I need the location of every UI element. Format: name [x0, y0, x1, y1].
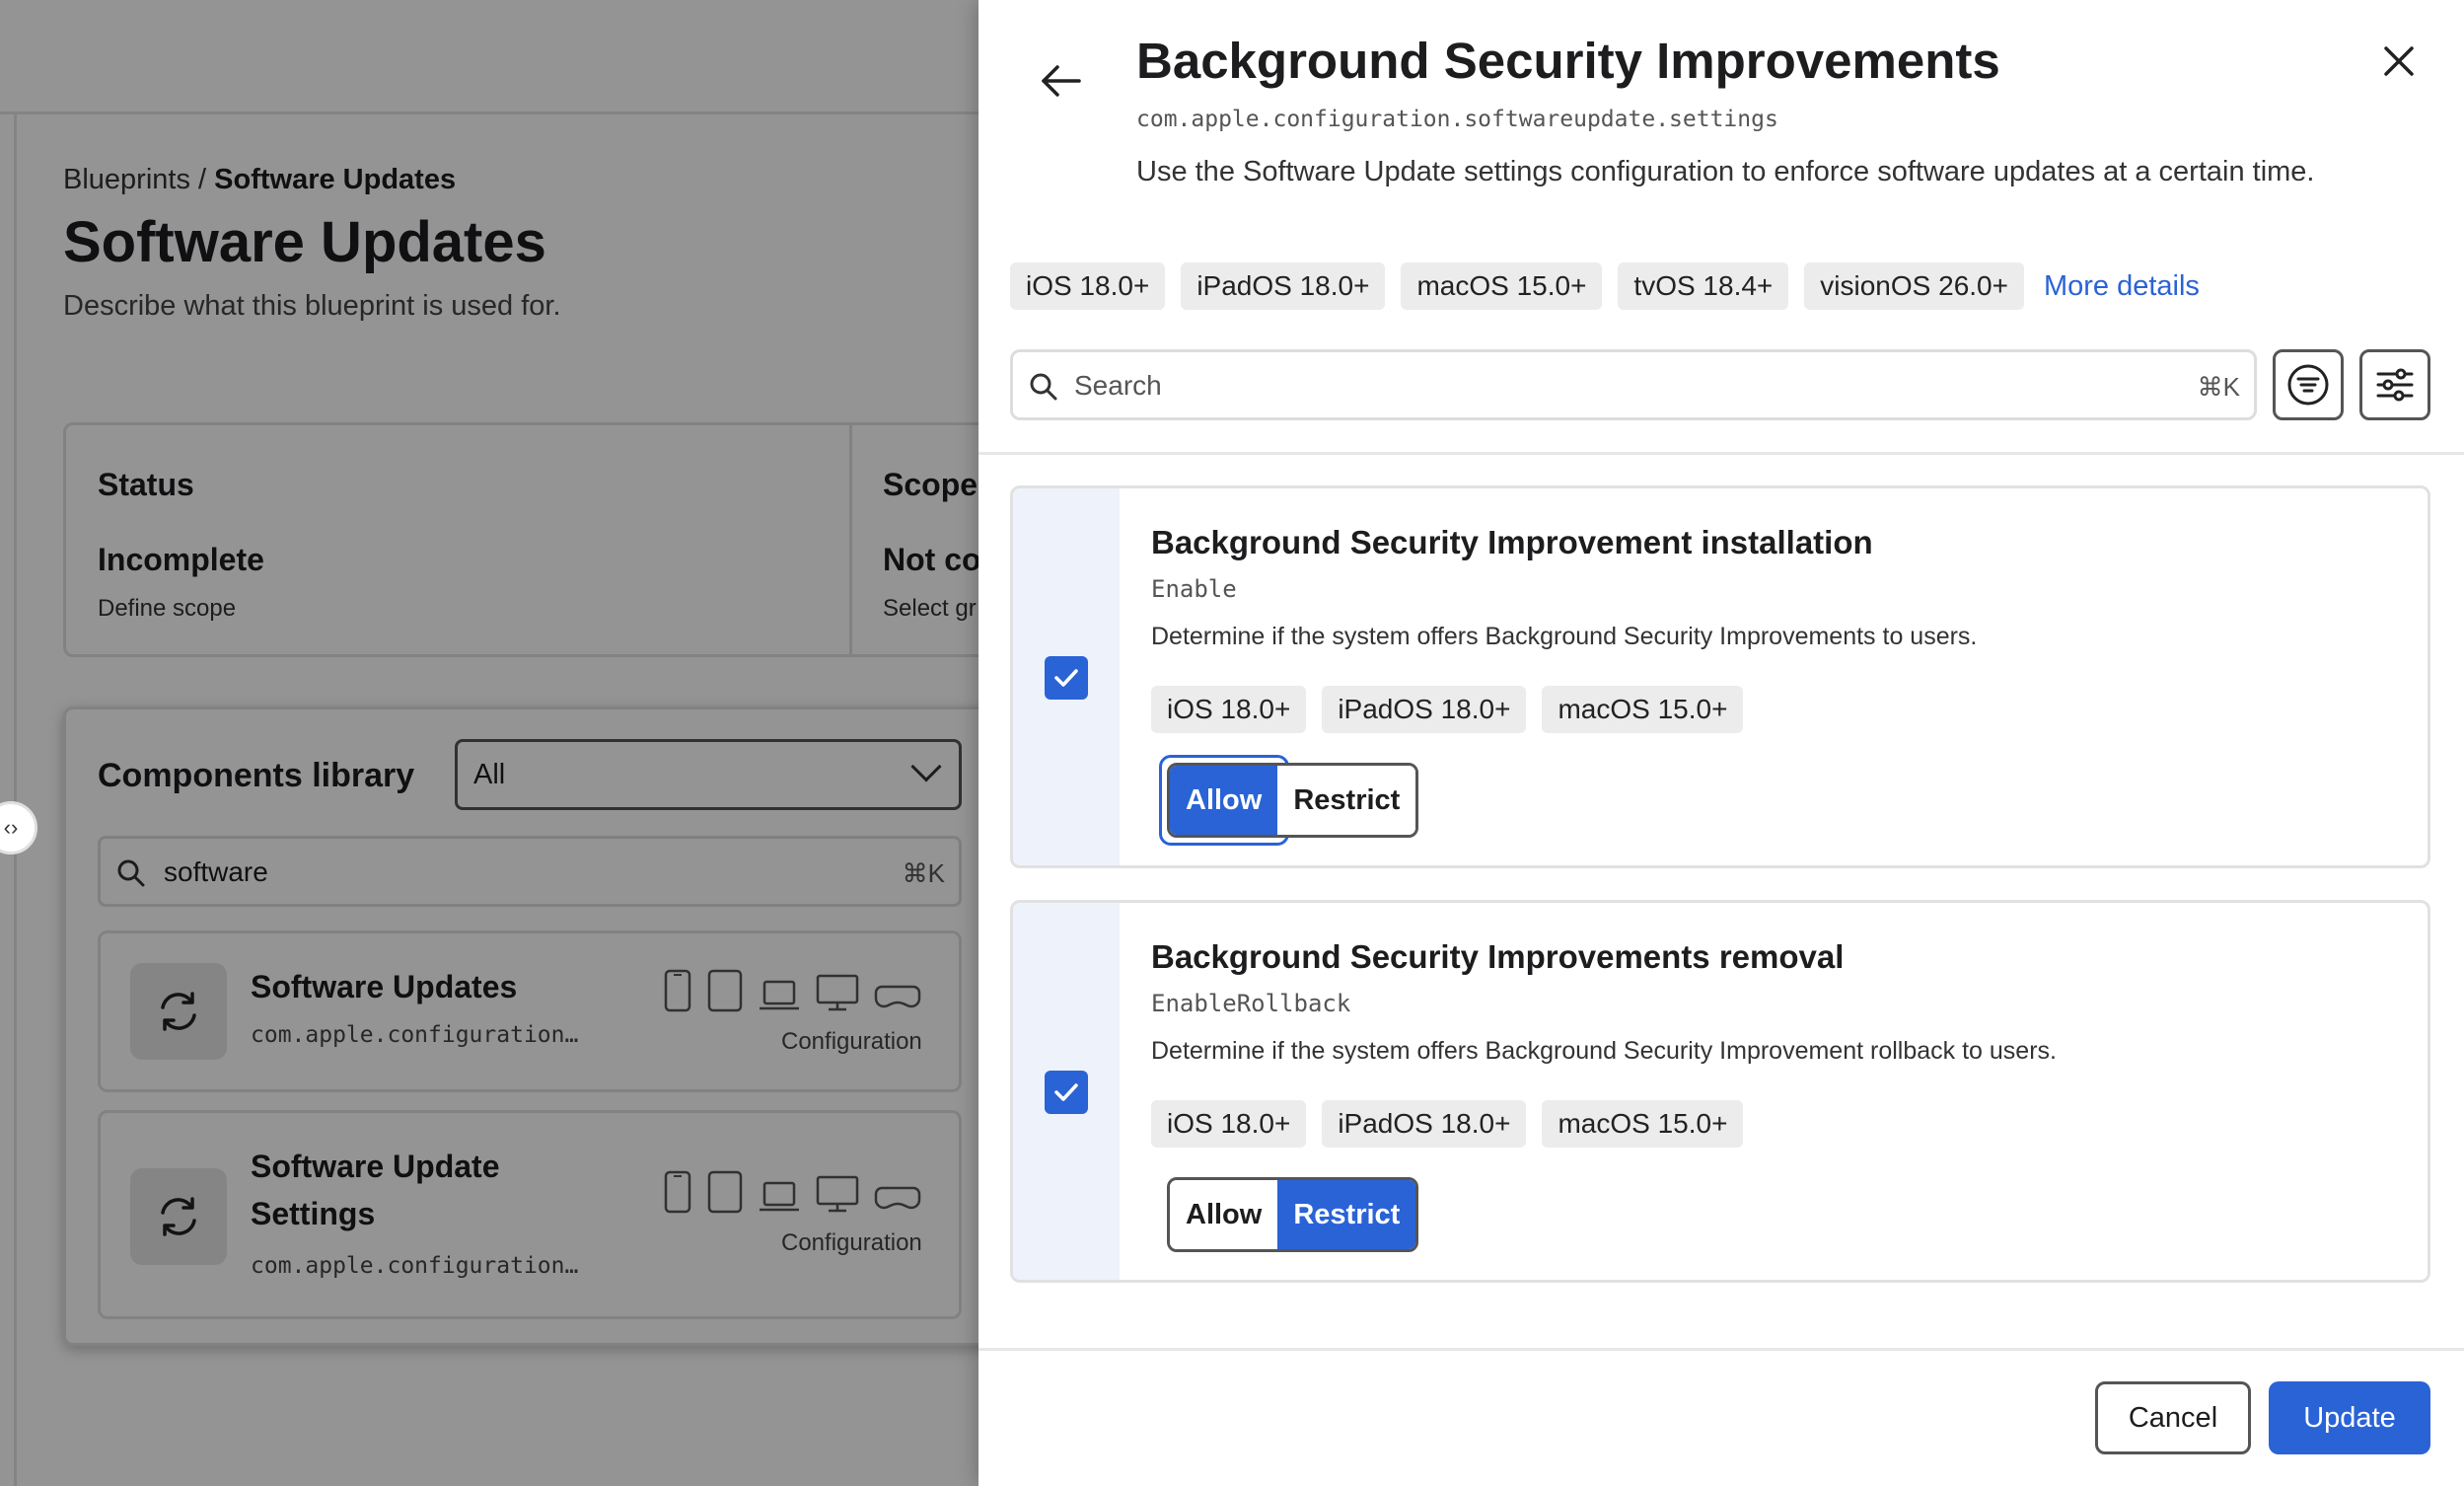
setting-os-tags: iOS 18.0+ iPadOS 18.0+ macOS 15.0+	[1151, 1100, 1744, 1148]
os-tag: macOS 15.0+	[1542, 686, 1744, 733]
close-icon	[2384, 46, 2414, 76]
checkmark-icon	[1054, 669, 1078, 687]
close-button[interactable]	[2369, 32, 2428, 91]
setting-card-removal: Background Security Improvements removal…	[1010, 900, 2430, 1283]
os-tag: visionOS 26.0+	[1804, 262, 2024, 310]
setting-os-tags: iOS 18.0+ iPadOS 18.0+ macOS 15.0+	[1151, 686, 1744, 733]
os-tag: iPadOS 18.0+	[1322, 686, 1527, 733]
settings-sliders-button[interactable]	[2359, 349, 2430, 420]
checkmark-icon	[1054, 1083, 1078, 1101]
cancel-button[interactable]: Cancel	[2095, 1381, 2251, 1454]
setting-key: Enable	[1151, 575, 1237, 603]
drawer-title: Background Security Improvements	[1136, 33, 2000, 89]
os-tag: macOS 15.0+	[1401, 262, 1603, 310]
os-tag: iOS 18.0+	[1010, 262, 1166, 310]
sliders-icon	[2376, 368, 2414, 402]
os-tag: tvOS 18.4+	[1618, 262, 1789, 310]
os-tag: iOS 18.0+	[1151, 686, 1307, 733]
drawer-domain: com.apple.configuration.softwareupdate.s…	[1136, 107, 1778, 132]
modal-overlay[interactable]	[0, 0, 978, 1486]
setting-card-installation: Background Security Improvement installa…	[1010, 485, 2430, 868]
restrict-option[interactable]: Restrict	[1277, 766, 1416, 835]
back-arrow-icon	[1042, 65, 1081, 97]
update-button[interactable]: Update	[2269, 1381, 2430, 1454]
setting-checkbox[interactable]	[1045, 1071, 1088, 1114]
setting-title: Background Security Improvements removal	[1151, 938, 1845, 975]
setting-description: Determine if the system offers Backgroun…	[1151, 623, 1978, 650]
drawer-description: Use the Software Update settings configu…	[1136, 156, 2315, 187]
more-details-link[interactable]: More details	[2044, 270, 2200, 303]
filter-icon	[2287, 364, 2329, 406]
setting-description: Determine if the system offers Backgroun…	[1151, 1037, 2057, 1065]
settings-drawer: Background Security Improvements com.app…	[978, 0, 2464, 1486]
allow-option[interactable]: Allow	[1170, 1180, 1278, 1249]
header-divider	[978, 452, 2464, 455]
restrict-option[interactable]: Restrict	[1277, 1180, 1416, 1249]
back-button[interactable]	[1032, 51, 1091, 111]
os-tag: iOS 18.0+	[1151, 1100, 1307, 1148]
os-tag: macOS 15.0+	[1542, 1100, 1744, 1148]
allow-restrict-toggle[interactable]: Allow Restrict	[1167, 763, 1419, 838]
os-tags: iOS 18.0+ iPadOS 18.0+ macOS 15.0+ tvOS …	[1010, 262, 2200, 310]
setting-key: EnableRollback	[1151, 990, 1351, 1017]
footer-divider	[978, 1348, 2464, 1351]
filter-button[interactable]	[2273, 349, 2344, 420]
allow-option[interactable]: Allow	[1170, 766, 1278, 835]
search-shortcut: ⌘K	[2197, 372, 2240, 402]
drawer-search: ⌘K	[1010, 349, 2257, 420]
setting-title: Background Security Improvement installa…	[1151, 524, 1873, 560]
search-icon	[1029, 372, 1058, 407]
search-input[interactable]	[1074, 368, 2159, 404]
setting-checkbox[interactable]	[1045, 656, 1088, 700]
os-tag: iPadOS 18.0+	[1322, 1100, 1527, 1148]
os-tag: iPadOS 18.0+	[1181, 262, 1386, 310]
allow-restrict-toggle[interactable]: Allow Restrict	[1167, 1177, 1419, 1252]
